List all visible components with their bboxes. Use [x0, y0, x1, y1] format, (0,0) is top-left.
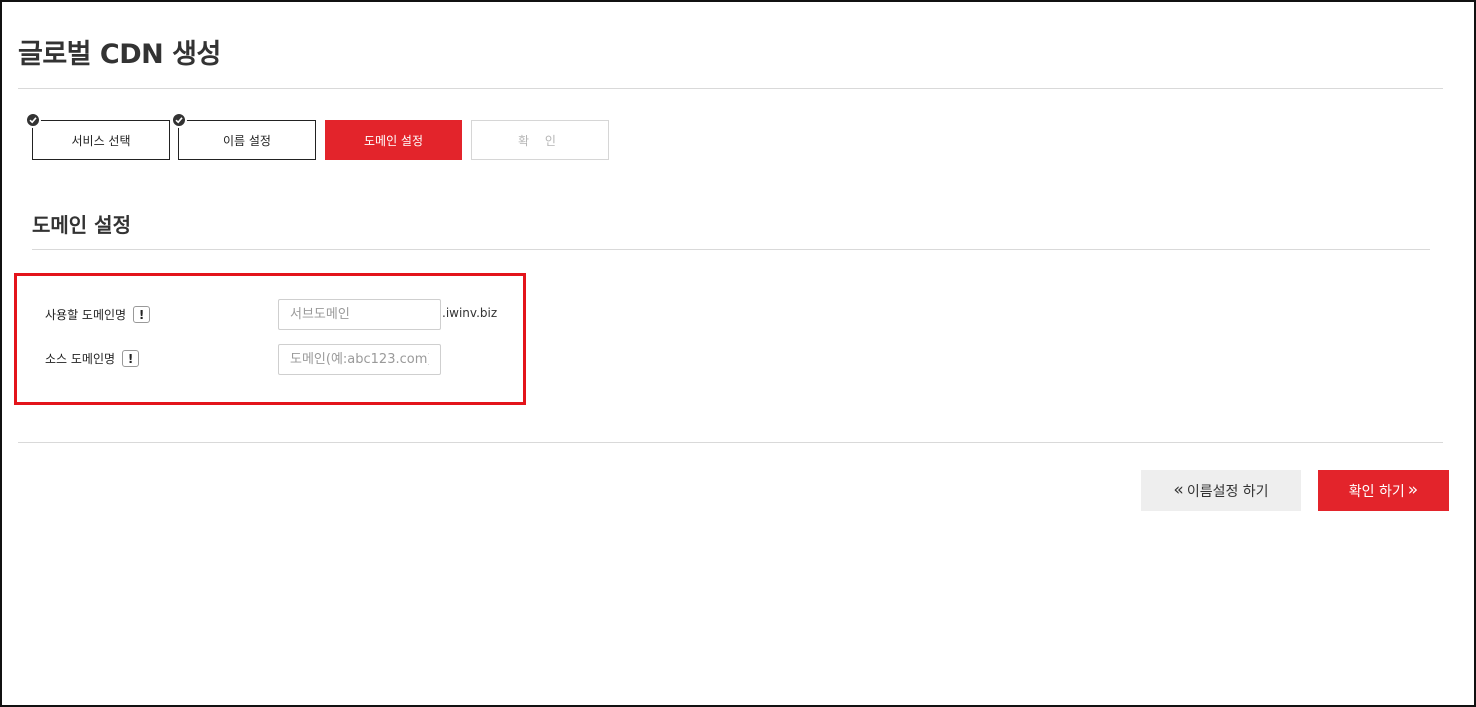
- step-confirm: 확 인: [471, 120, 609, 160]
- section-divider: [32, 249, 1430, 250]
- step-name-setting[interactable]: 이름 설정: [171, 112, 316, 160]
- form-highlight-box: [14, 273, 526, 405]
- check-icon: [171, 112, 187, 128]
- step-domain-setting[interactable]: 도메인 설정: [325, 120, 462, 160]
- actions-divider: [18, 442, 1443, 443]
- double-chevron-right-icon: »: [1407, 480, 1419, 500]
- info-icon[interactable]: !: [122, 350, 140, 367]
- step-service-select[interactable]: 서비스 선택: [25, 112, 170, 160]
- source-domain-label: 소스 도메인명 !: [45, 350, 140, 367]
- domain-name-label: 사용할 도메인명 !: [45, 306, 151, 323]
- prev-name-setting-button[interactable]: « 이름설정 하기: [1141, 470, 1301, 511]
- check-icon: [25, 112, 41, 128]
- page-title: 글로벌 CDN 생성: [18, 39, 221, 70]
- step-label: 도메인 설정: [363, 133, 423, 148]
- next-confirm-button[interactable]: 확인 하기 »: [1318, 470, 1449, 511]
- source-domain-input[interactable]: [278, 344, 441, 375]
- double-chevron-left-icon: «: [1173, 480, 1184, 500]
- step-label: 이름 설정: [223, 133, 271, 148]
- next-button-label: 확인 하기: [1348, 483, 1405, 500]
- step-label: 서비스 선택: [71, 133, 131, 148]
- step-label: 확 인: [518, 133, 562, 148]
- window-frame: 글로벌 CDN 생성 서비스 선택 이름 설정 도메인 설정 확 인 도메인 설…: [0, 0, 1476, 707]
- domain-name-label-text: 사용할 도메인명: [45, 308, 127, 322]
- title-divider: [18, 88, 1443, 89]
- domain-suffix: .iwinv.biz: [442, 306, 498, 320]
- info-icon[interactable]: !: [133, 306, 151, 323]
- section-title: 도메인 설정: [32, 213, 131, 237]
- source-domain-label-text: 소스 도메인명: [45, 352, 116, 366]
- subdomain-input[interactable]: [278, 299, 441, 330]
- prev-button-label: 이름설정 하기: [1186, 483, 1269, 500]
